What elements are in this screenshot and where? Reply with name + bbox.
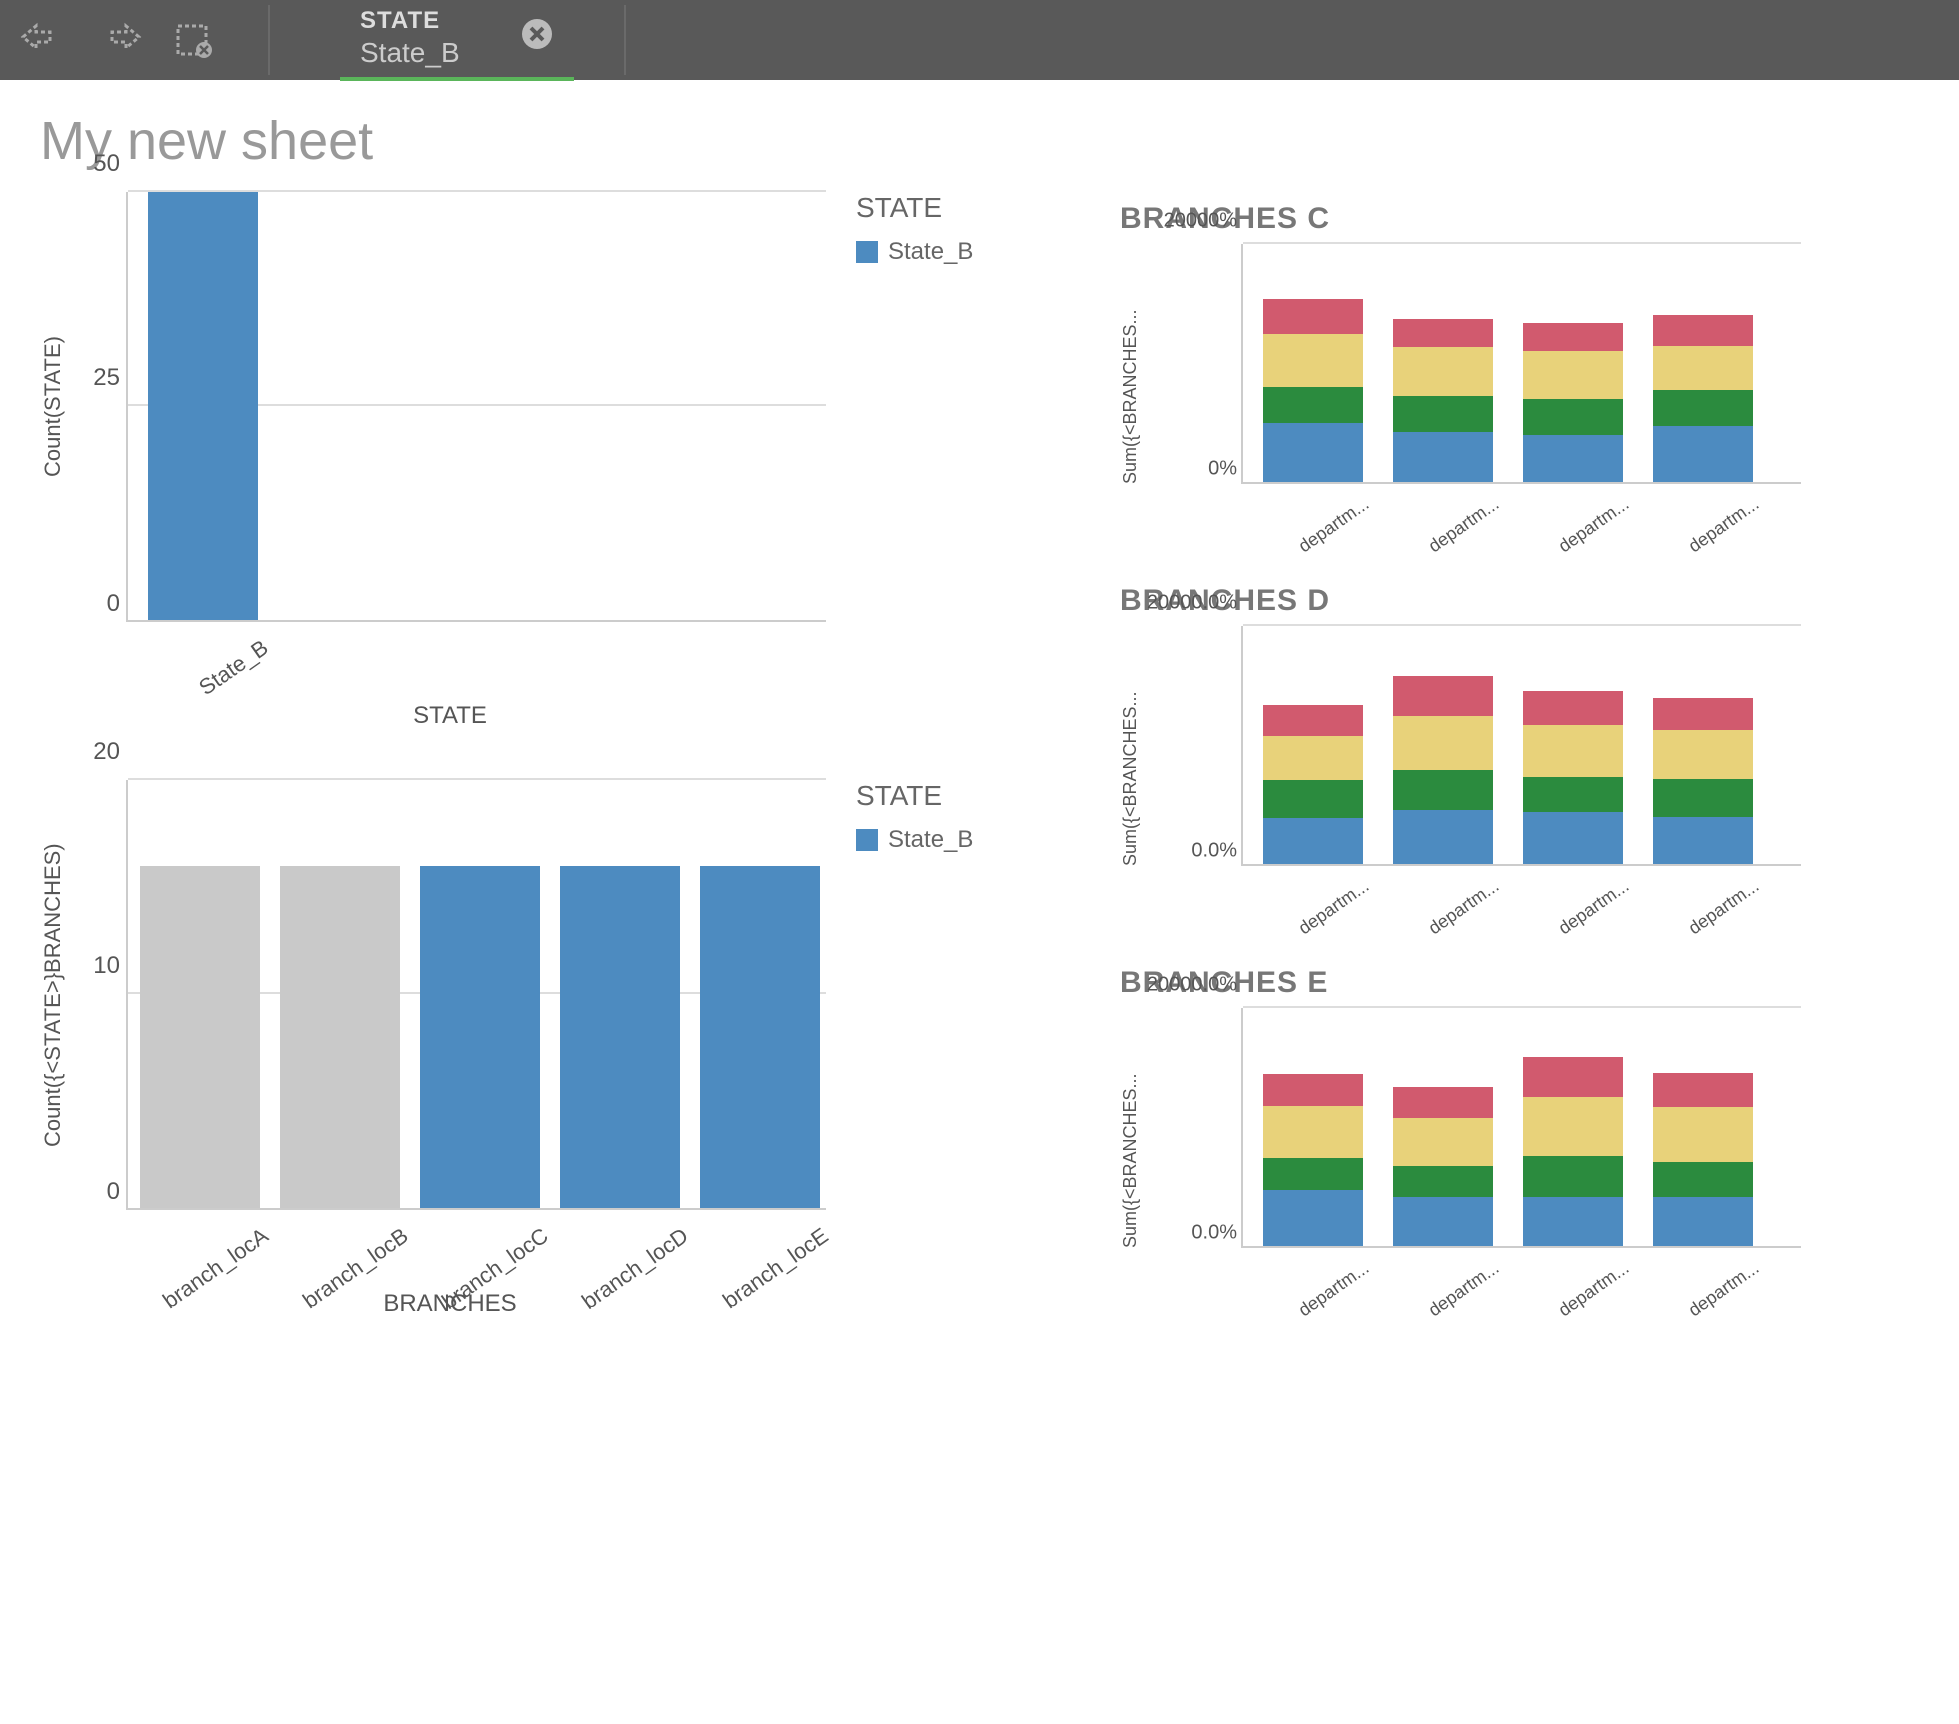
chart-branches-e[interactable]: BRANCHES E Sum({<BRANCHES... 0.0% 20000.…: [1120, 966, 1919, 1248]
ytick: 20: [93, 738, 128, 766]
filter-label: STATE: [360, 7, 460, 35]
chart-count-state[interactable]: Count(STATE) 0 25 50 State_B STATE: [40, 192, 1090, 730]
chart-branches-c[interactable]: BRANCHES C Sum({<BRANCHES... 0% 20000%: [1120, 202, 1919, 554]
clear-selection-icon[interactable]: [172, 20, 218, 60]
ytick: 0.0%: [1191, 840, 1243, 863]
stacked-bar[interactable]: [1263, 705, 1363, 864]
bar-state-b[interactable]: [148, 192, 258, 620]
bar-branch-loca[interactable]: [140, 866, 260, 1208]
plot-area: 0.0% 20000.0%: [1241, 1008, 1801, 1248]
legend-swatch: [856, 241, 878, 263]
xtick: departm...: [1515, 1246, 1633, 1343]
bar-branch-locc[interactable]: [420, 866, 540, 1208]
toolbar-separator: [624, 5, 626, 75]
ytick: 0: [107, 1178, 128, 1206]
plot-area: 0 10 20 branch_locA branch_locB branch_l…: [126, 780, 826, 1210]
yaxis-label: Count({<STATE>}BRANCHES): [40, 780, 66, 1210]
yaxis-label: Sum({<BRANCHES...: [1120, 1008, 1141, 1248]
filter-value: State_B: [360, 37, 460, 69]
filter-chip-state[interactable]: STATE State_B: [340, 0, 574, 81]
stacked-bar[interactable]: [1653, 1073, 1753, 1246]
yaxis-label: Sum({<BRANCHES...: [1120, 626, 1141, 866]
ytick: 50: [93, 150, 128, 178]
page-title: My new sheet: [0, 80, 1959, 192]
xtick: departm...: [1385, 1246, 1503, 1343]
bar-branch-loce[interactable]: [700, 866, 820, 1208]
xtick: departm...: [1255, 1246, 1373, 1343]
ytick: 20000%: [1164, 210, 1243, 233]
close-icon[interactable]: [520, 17, 554, 60]
ytick: 25: [93, 364, 128, 392]
stacked-bar[interactable]: [1523, 323, 1623, 482]
stacked-bar[interactable]: [1393, 319, 1493, 482]
stacked-bar[interactable]: [1523, 691, 1623, 864]
legend-item[interactable]: State_B: [856, 238, 973, 266]
toolbar-separator: [268, 5, 270, 75]
xtick: departm...: [1645, 1246, 1763, 1343]
plot-area: 0.0% 20000.0%: [1241, 626, 1801, 866]
stacked-bar[interactable]: [1653, 698, 1753, 864]
stacked-bar[interactable]: [1263, 299, 1363, 482]
ytick: 20000.0%: [1147, 974, 1243, 997]
legend: STATE State_B: [856, 780, 973, 854]
ytick: 20000.0%: [1147, 592, 1243, 615]
chart-branches-d[interactable]: BRANCHES D Sum({<BRANCHES... 0.0% 20000.…: [1120, 584, 1919, 936]
legend-title: STATE: [856, 192, 973, 224]
stacked-bar[interactable]: [1393, 676, 1493, 864]
ytick: 0%: [1208, 458, 1243, 481]
stacked-bar[interactable]: [1653, 315, 1753, 482]
legend-swatch: [856, 829, 878, 851]
yaxis-label: Sum({<BRANCHES...: [1120, 244, 1141, 484]
legend-item[interactable]: State_B: [856, 826, 973, 854]
bar-branch-locd[interactable]: [560, 866, 680, 1208]
step-forward-icon[interactable]: [96, 20, 142, 60]
yaxis-label: Count(STATE): [40, 192, 66, 622]
ytick: 10: [93, 952, 128, 980]
plot-area: 0% 20000%: [1241, 244, 1801, 484]
stacked-bar[interactable]: [1393, 1087, 1493, 1246]
legend-label: State_B: [888, 826, 973, 854]
plot-area: 0 25 50 State_B: [126, 192, 826, 622]
legend-title: STATE: [856, 780, 973, 812]
selection-toolbar: STATE State_B: [0, 0, 1959, 80]
stacked-bar[interactable]: [1263, 1074, 1363, 1246]
legend: STATE State_B: [856, 192, 973, 266]
legend-label: State_B: [888, 238, 973, 266]
ytick: 0.0%: [1191, 1222, 1243, 1245]
stacked-bar[interactable]: [1523, 1057, 1623, 1246]
step-back-icon[interactable]: [20, 20, 66, 60]
bar-branch-locb[interactable]: [280, 866, 400, 1208]
ytick: 0: [107, 590, 128, 618]
chart-count-branches[interactable]: Count({<STATE>}BRANCHES) 0 10 20 branch_…: [40, 780, 1090, 1318]
